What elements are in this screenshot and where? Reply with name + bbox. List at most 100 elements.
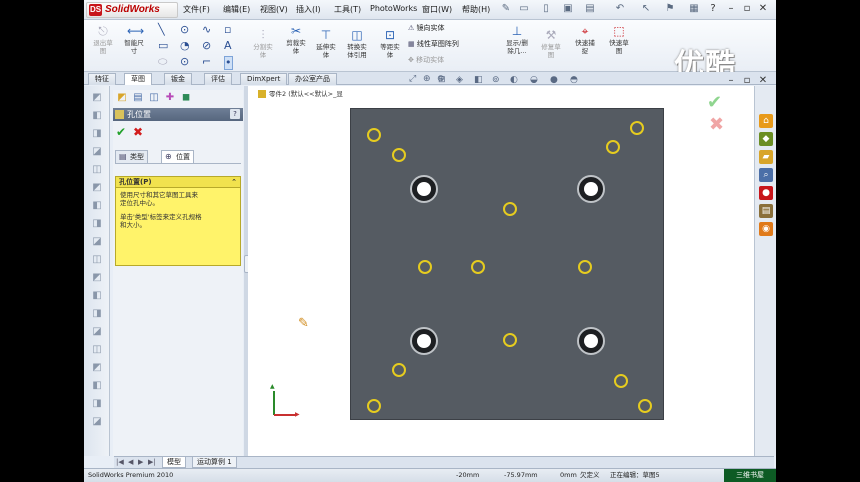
slot-icon[interactable]: ⬭ [158, 56, 167, 68]
split-entities-button[interactable]: ⫶ 分割实 体 [250, 28, 276, 59]
strip-tool-icon[interactable]: ◩ [90, 92, 104, 104]
tab-model[interactable]: 模型 [162, 457, 186, 468]
circle-icon[interactable]: ⊙ [180, 24, 189, 36]
open-icon[interactable]: ▯ [540, 3, 552, 15]
strip-tool-icon[interactable]: ◨ [90, 128, 104, 140]
offset-entities-button[interactable]: ⊡ 等距实 体 [376, 28, 404, 59]
property-manager-icon[interactable]: ▤ [131, 91, 145, 105]
feature-tree-flyout[interactable]: 零件2 (默认<<默认>_显 [258, 89, 343, 99]
ok-button[interactable]: ✔ [116, 126, 126, 138]
rebuild-icon[interactable]: ⚑ [664, 3, 676, 15]
menu-file[interactable]: 文件(F) [183, 4, 210, 15]
display-style-icon[interactable]: ◧ [474, 75, 483, 86]
menu-insert[interactable]: 插入(I) [296, 4, 321, 15]
resources-icon[interactable]: ⌂ [759, 114, 773, 128]
render-icon[interactable]: ◓ [570, 75, 578, 86]
hole-point[interactable] [392, 363, 406, 377]
pin-icon[interactable]: ✎ [500, 3, 512, 15]
line-icon[interactable]: ╲ [158, 24, 165, 36]
group-header[interactable]: 孔位置(P) ⌃ [116, 177, 240, 188]
new-document-icon[interactable]: ▭ [518, 3, 530, 15]
tab-sketch[interactable]: 草图 [124, 73, 152, 85]
menu-view[interactable]: 视图(V) [260, 4, 288, 15]
menu-photoworks[interactable]: PhotoWorks [370, 4, 417, 13]
strip-tool-icon[interactable]: ◨ [90, 398, 104, 410]
menu-tools[interactable]: 工具(T) [334, 4, 361, 15]
restore-button[interactable]: ▫ [740, 2, 754, 16]
strip-tool-icon[interactable]: ◪ [90, 326, 104, 338]
select-icon[interactable]: ↖ [640, 3, 652, 15]
confirm-cancel-icon[interactable]: ✖ [709, 114, 724, 135]
tab-type[interactable]: ▤ 类型 [115, 150, 148, 163]
plate-face[interactable] [350, 108, 664, 420]
text-icon[interactable]: A [224, 40, 232, 52]
fillet-icon[interactable]: ⌐ [202, 56, 211, 68]
hole-point[interactable] [392, 148, 406, 162]
strip-tool-icon[interactable]: ◫ [90, 344, 104, 356]
hole-point[interactable] [503, 333, 517, 347]
appearances-icon[interactable]: ● [759, 186, 773, 200]
zoom-area-icon[interactable]: ⊕ [423, 74, 431, 85]
strip-tool-icon[interactable]: ◨ [90, 308, 104, 320]
hole-point[interactable] [614, 374, 628, 388]
first-tab-icon[interactable]: |◀ [116, 457, 124, 468]
graphics-area[interactable]: 零件2 (默认<<默认>_显 ✔ ✖ ✎ ▲ ▶ [248, 86, 754, 456]
strip-tool-icon[interactable]: ◧ [90, 110, 104, 122]
trim-entities-button[interactable]: ✂ 剪裁实 体 [282, 24, 310, 55]
hole-point[interactable] [367, 128, 381, 142]
strip-tool-icon[interactable]: ◫ [90, 254, 104, 266]
tab-position[interactable]: ⊕ 位置 [161, 150, 194, 163]
display-manager-icon[interactable]: ◼ [179, 91, 193, 105]
hole-point[interactable] [578, 260, 592, 274]
print-icon[interactable]: ▤ [584, 3, 596, 15]
dimxpert-manager-icon[interactable]: ✚ [163, 91, 177, 105]
polygon-icon[interactable]: ⊙ [180, 56, 189, 68]
collapse-icon[interactable]: ⌃ [231, 177, 237, 188]
display-relations-button[interactable]: ⊥ 显示/删 除几... [502, 24, 532, 55]
spline-icon[interactable]: ∿ [202, 24, 211, 36]
minimize-button[interactable]: – [724, 2, 738, 16]
mirror-entities-button[interactable]: ⚠ 镜向实体 [408, 23, 445, 33]
view-settings-icon[interactable]: ● [550, 75, 558, 86]
hole-point[interactable] [418, 260, 432, 274]
tab-features[interactable]: 特征 [88, 73, 116, 85]
strip-tool-icon[interactable]: ◧ [90, 380, 104, 392]
counterbore-hole[interactable] [577, 175, 605, 203]
repair-sketch-button[interactable]: ⚒ 修复草 图 [536, 28, 566, 59]
strip-tool-icon[interactable]: ◪ [90, 146, 104, 158]
save-icon[interactable]: ▣ [562, 3, 574, 15]
strip-tool-icon[interactable]: ◧ [90, 200, 104, 212]
move-entities-button[interactable]: ✥ 移动实体 [408, 55, 444, 65]
rapid-sketch-button[interactable]: ⬚ 快速草 图 [604, 24, 634, 55]
counterbore-hole[interactable] [410, 175, 438, 203]
app-logo[interactable]: DS SolidWorks [86, 2, 178, 18]
tab-motion-study[interactable]: 运动算例 1 [192, 457, 237, 468]
counterbore-hole[interactable] [577, 327, 605, 355]
strip-tool-icon[interactable]: ◨ [90, 218, 104, 230]
section-view-icon[interactable]: ⊞ [438, 75, 446, 86]
scene-icon[interactable]: ◒ [530, 75, 538, 86]
exit-sketch-button[interactable]: ⎋ 退出草 图 [90, 24, 116, 55]
rectangle-icon[interactable]: ▭ [158, 40, 168, 52]
point-icon[interactable]: ▫ [224, 24, 231, 36]
prev-tab-icon[interactable]: ◀ [128, 457, 133, 468]
cancel-button[interactable]: ✖ [133, 126, 143, 138]
next-tab-icon[interactable]: ▶ [138, 457, 143, 468]
hole-point[interactable] [638, 399, 652, 413]
edit-appearance-icon[interactable]: ◐ [510, 75, 518, 86]
close-button[interactable]: ✕ [756, 2, 770, 16]
custom-properties-icon[interactable]: ▤ [759, 204, 773, 218]
tab-sheet-metal[interactable]: 钣金 [164, 73, 192, 85]
hole-point[interactable] [471, 260, 485, 274]
strip-tool-icon[interactable]: ◩ [90, 272, 104, 284]
menu-window[interactable]: 窗口(W) [422, 4, 452, 15]
strip-tool-icon[interactable]: ◩ [90, 182, 104, 194]
tab-evaluate[interactable]: 评估 [204, 73, 232, 85]
quick-snaps-button[interactable]: ⌖ 快速捕 捉 [570, 24, 600, 55]
hole-point[interactable] [367, 399, 381, 413]
help-button[interactable]: ? [230, 109, 240, 119]
last-tab-icon[interactable]: ▶| [148, 457, 156, 468]
toolbox-icon[interactable]: ◉ [759, 222, 773, 236]
file-explorer-icon[interactable]: ▰ [759, 150, 773, 164]
ellipse-icon[interactable]: ⊘ [202, 40, 211, 52]
